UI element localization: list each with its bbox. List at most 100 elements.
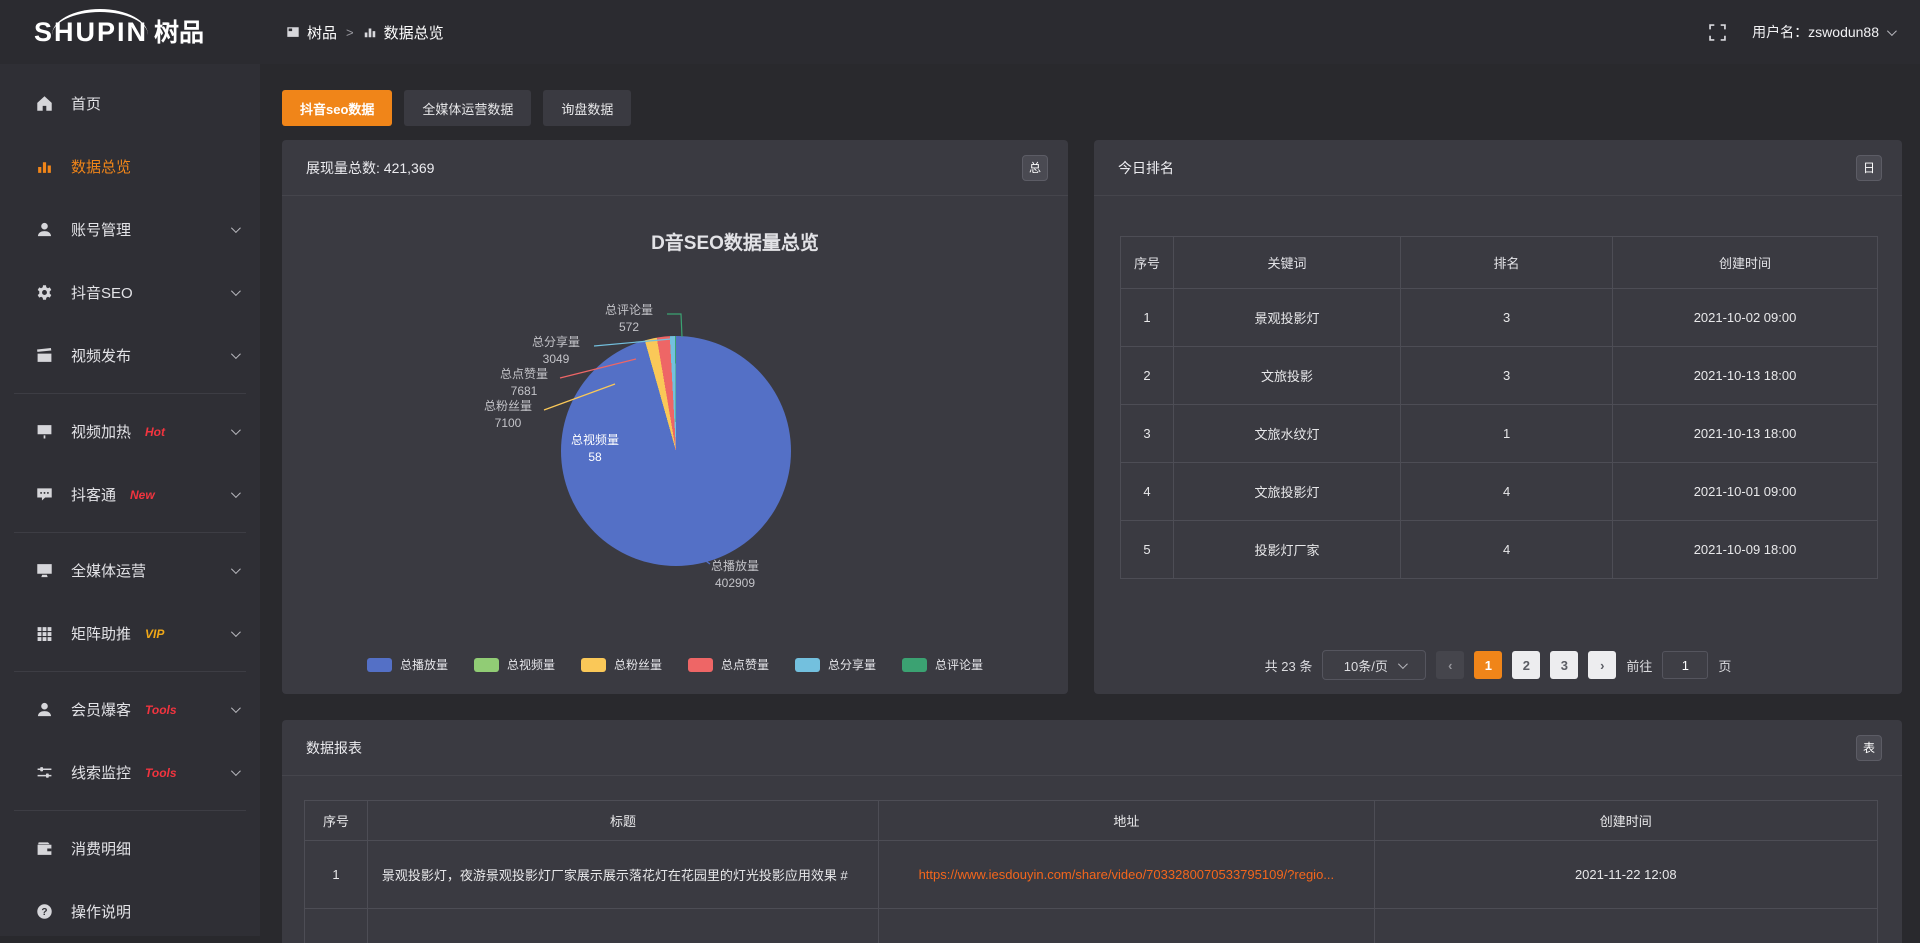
legend-label: 总评论量 <box>935 656 983 673</box>
table-cell: 3 <box>1121 405 1174 463</box>
breadcrumb-item[interactable]: 数据总览 <box>363 22 444 43</box>
tab-2[interactable]: 询盘数据 <box>543 90 631 126</box>
user-icon <box>36 701 53 718</box>
ranking-table: 序号关键词排名创建时间 1景观投影灯32021-10-02 09:002文旅投影… <box>1120 236 1878 579</box>
ranking-panel: 今日排名 日 序号关键词排名创建时间 1景观投影灯32021-10-02 09:… <box>1094 140 1902 694</box>
legend-swatch <box>367 658 392 672</box>
rank-col-header: 创建时间 <box>1613 237 1878 289</box>
app-logo[interactable]: SHUPIN 树品 <box>0 19 260 46</box>
sidebar-item-member-baoke[interactable]: 会员爆客Tools <box>0 678 260 741</box>
sidebar-item-label: 视频发布 <box>71 345 131 366</box>
grid-icon <box>36 625 53 642</box>
chevron-down-icon <box>1887 26 1897 36</box>
sidebar: 首页数据总览账号管理抖音SEO 视频发布视频加热Hot抖客通New 全媒体运营矩阵助… <box>0 64 260 936</box>
sidebar-item-consumption[interactable]: 消费明细 <box>0 817 260 880</box>
legend-item-3[interactable]: 总点赞量 <box>688 656 769 673</box>
sidebar-item-label: 首页 <box>71 93 101 114</box>
legend-item-0[interactable]: 总播放量 <box>367 656 448 673</box>
sidebar-item-matrix-boost[interactable]: 矩阵助推VIP <box>0 602 260 665</box>
report-panel: 数据报表 表 序号标题地址创建时间 1景观投影灯，夜游景观投影灯厂家展示展示落花… <box>282 720 1902 943</box>
total-badge[interactable]: 总 <box>1022 155 1048 181</box>
main-content: 抖音seo数据全媒体运营数据询盘数据 展现量总数: 421,369 总 D音SE… <box>260 64 1920 943</box>
fullscreen-icon[interactable] <box>1709 24 1726 41</box>
legend-item-5[interactable]: 总评论量 <box>902 656 983 673</box>
table-row: 3文旅水纹灯12021-10-13 18:00 <box>1121 405 1878 463</box>
table-badge[interactable]: 表 <box>1856 735 1882 761</box>
legend-item-4[interactable]: 总分享量 <box>795 656 876 673</box>
chevron-down-icon <box>231 223 241 233</box>
report-col-header: 标题 <box>367 801 878 841</box>
page-size-select[interactable]: 10条/页 <box>1322 650 1426 680</box>
chart-title: D音SEO数据量总览 <box>402 228 1068 255</box>
sidebar-item-video-publish[interactable]: 视频发布 <box>0 324 260 387</box>
sidebar-item-data-overview[interactable]: 数据总览 <box>0 135 260 198</box>
sidebar-item-clue-monitor[interactable]: 线索监控Tools <box>0 741 260 804</box>
pie-label-0: 总播放量402909 <box>697 558 773 592</box>
user-menu[interactable]: 用户名：zswodun88 <box>1752 22 1894 42</box>
ranking-panel-title: 今日排名 <box>1118 158 1174 178</box>
legend-item-1[interactable]: 总视频量 <box>474 656 555 673</box>
sliders-icon <box>36 764 53 781</box>
video-link[interactable]: https://www.iesdouyin.com/share/video/70… <box>919 867 1335 882</box>
chevron-down-icon <box>231 349 241 359</box>
pie-label-5: 总评论量572 <box>591 302 667 336</box>
table-row: 1景观投影灯32021-10-02 09:00 <box>1121 289 1878 347</box>
table-cell <box>1374 909 1877 943</box>
sidebar-item-instructions[interactable]: ?操作说明 <box>0 880 260 943</box>
report-title-cell: 景观投影灯，夜游景观投影灯厂家展示展示落花灯在花园里的灯光投影应用效果 # <box>367 841 878 909</box>
sidebar-item-media-ops[interactable]: 全媒体运营 <box>0 539 260 602</box>
sidebar-item-label: 账号管理 <box>71 219 131 240</box>
sidebar-item-label: 消费明细 <box>71 838 131 859</box>
table-cell: 4 <box>1121 463 1174 521</box>
sidebar-item-account[interactable]: 账号管理 <box>0 198 260 261</box>
pie-label-2: 总粉丝量7100 <box>470 398 546 432</box>
bar-chart-icon <box>363 25 377 39</box>
question-icon: ? <box>36 903 53 920</box>
wallet-icon <box>36 840 53 857</box>
sidebar-item-douyin-seo[interactable]: 抖音SEO <box>0 261 260 324</box>
page-button-3[interactable]: 3 <box>1550 651 1578 679</box>
rank-col-header: 排名 <box>1401 237 1613 289</box>
pie-label-3: 总点赞量7681 <box>486 366 562 400</box>
pagination-total: 共 23 条 <box>1265 656 1313 675</box>
table-cell: 景观投影灯 <box>1173 289 1400 347</box>
legend-swatch <box>688 658 713 672</box>
chat-icon <box>36 486 53 503</box>
sidebar-item-video-heat[interactable]: 视频加热Hot <box>0 400 260 463</box>
goto-page-input[interactable] <box>1662 651 1708 679</box>
table-cell: 4 <box>1401 521 1613 579</box>
table-cell: https://www.iesdouyin.com/share/video/70… <box>879 841 1374 909</box>
page-button-1[interactable]: 1 <box>1474 651 1502 679</box>
table-cell: 2021-10-09 18:00 <box>1613 521 1878 579</box>
sidebar-item-label: 会员爆客 <box>71 699 131 720</box>
prev-page-button[interactable]: ‹ <box>1436 651 1464 679</box>
svg-text:?: ? <box>41 907 47 918</box>
rank-col-header: 序号 <box>1121 237 1174 289</box>
tab-0[interactable]: 抖音seo数据 <box>282 90 392 126</box>
overview-panel: 展现量总数: 421,369 总 D音SEO数据量总览 总播放量402909总视… <box>282 140 1068 694</box>
sidebar-item-home[interactable]: 首页 <box>0 72 260 135</box>
top-header: SHUPIN 树品 树品>数据总览 用户名：zswodun88 <box>0 0 1920 64</box>
table-cell: 2021-10-13 18:00 <box>1613 405 1878 463</box>
table-cell: 文旅水纹灯 <box>1173 405 1400 463</box>
tab-1[interactable]: 全媒体运营数据 <box>404 90 531 126</box>
legend-label: 总粉丝量 <box>614 656 662 673</box>
breadcrumb: 树品>数据总览 <box>286 22 444 43</box>
legend-item-2[interactable]: 总粉丝量 <box>581 656 662 673</box>
sidebar-item-douketong[interactable]: 抖客通New <box>0 463 260 526</box>
bar-chart-icon <box>36 158 53 175</box>
chevron-down-icon <box>1398 659 1408 669</box>
breadcrumb-item[interactable]: 树品 <box>286 22 337 43</box>
table-cell <box>879 909 1374 943</box>
pie-label-1: 总视频量58 <box>557 432 633 466</box>
day-badge[interactable]: 日 <box>1856 155 1882 181</box>
sidebar-item-label: 全媒体运营 <box>71 560 146 581</box>
logo-text-cn: 树品 <box>154 21 204 46</box>
report-panel-title: 数据报表 <box>306 738 362 758</box>
table-cell: 2021-10-01 09:00 <box>1613 463 1878 521</box>
table-cell <box>305 909 368 943</box>
report-table: 序号标题地址创建时间 1景观投影灯，夜游景观投影灯厂家展示展示落花灯在花园里的灯… <box>304 800 1878 943</box>
next-page-button[interactable]: › <box>1588 651 1616 679</box>
report-col-header: 创建时间 <box>1374 801 1877 841</box>
page-button-2[interactable]: 2 <box>1512 651 1540 679</box>
